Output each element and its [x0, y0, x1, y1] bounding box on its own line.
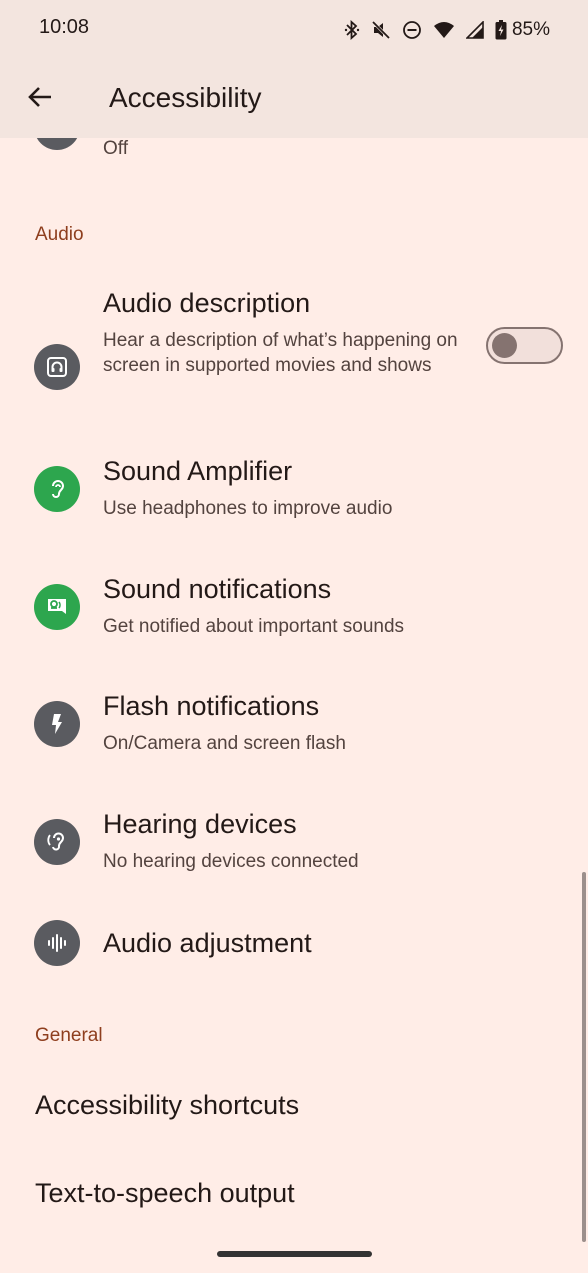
item-title: Audio description [103, 288, 311, 318]
status-icons: 85% [344, 17, 550, 43]
sound-notification-icon [34, 584, 80, 630]
list-item-accessibility-shortcuts[interactable]: Accessibility shortcuts [0, 1080, 588, 1150]
toggle-knob [492, 333, 517, 358]
silent-mode-icon [371, 20, 391, 40]
audio-description-toggle[interactable] [486, 327, 563, 364]
hearing-device-icon [34, 819, 80, 865]
home-indicator[interactable] [217, 1251, 372, 1257]
setting-icon [34, 138, 80, 150]
list-item-flash-notifications[interactable]: Flash notifications On/Camera and screen… [0, 685, 588, 765]
item-title: Flash notifications [103, 691, 320, 721]
do-not-disturb-icon [402, 20, 422, 40]
item-title: Hearing devices [103, 809, 297, 839]
item-summary: Get notified about important sounds [103, 616, 405, 637]
section-header-audio: Audio [35, 224, 84, 245]
status-time: 10:08 [39, 16, 90, 38]
settings-list[interactable]: Off Audio Audio description Hear a descr… [0, 138, 588, 1273]
arrow-back-icon [27, 85, 53, 114]
cell-signal-icon [465, 21, 484, 39]
item-summary: Hear a description of what’s happening o… [103, 330, 458, 376]
item-title: Sound Amplifier [103, 456, 293, 486]
item-title: Sound notifications [103, 574, 332, 604]
partial-list-item[interactable]: Off [0, 138, 588, 178]
partial-item-summary: Off [103, 138, 128, 159]
item-title: Text-to-speech output [35, 1178, 295, 1208]
battery-charging-icon [495, 20, 507, 40]
list-item-audio-adjustment[interactable]: Audio adjustment [0, 920, 588, 1000]
ear-icon [34, 466, 80, 512]
back-button[interactable] [16, 75, 64, 123]
item-summary: No hearing devices connected [103, 851, 359, 872]
list-item-hearing-devices[interactable]: Hearing devices No hearing devices conne… [0, 803, 588, 883]
list-item-text-to-speech[interactable]: Text-to-speech output [0, 1168, 588, 1238]
wifi-icon [433, 21, 455, 39]
status-bar: 10:08 85% [0, 0, 588, 60]
audio-description-icon [34, 344, 80, 390]
scrollbar[interactable] [582, 872, 586, 1242]
section-header-general: General [35, 1025, 103, 1046]
item-summary: Use headphones to improve audio [103, 498, 393, 519]
list-item-audio-description[interactable]: Audio description Hear a description of … [0, 276, 588, 416]
app-bar: Accessibility [0, 60, 588, 138]
item-summary: On/Camera and screen flash [103, 733, 346, 754]
bluetooth-icon [344, 20, 360, 40]
page-title: Accessibility [109, 82, 262, 113]
item-title: Audio adjustment [103, 928, 312, 958]
audio-wave-icon [34, 920, 80, 966]
list-item-sound-amplifier[interactable]: Sound Amplifier Use headphones to improv… [0, 450, 588, 530]
flash-icon [34, 701, 80, 747]
list-item-sound-notifications[interactable]: Sound notifications Get notified about i… [0, 568, 588, 648]
item-title: Accessibility shortcuts [35, 1090, 300, 1120]
battery-percentage: 85% [511, 19, 550, 40]
